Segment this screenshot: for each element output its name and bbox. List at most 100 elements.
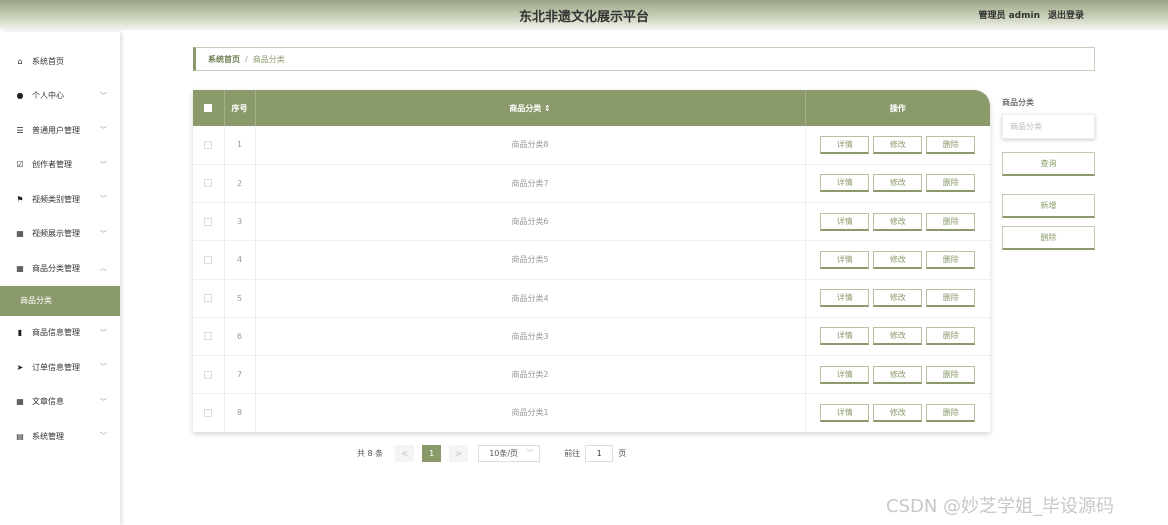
delete-button[interactable]: 删除: [926, 289, 976, 308]
sidebar-item-1[interactable]: ● 个人中心 ﹀: [0, 79, 120, 114]
home-icon: ⌂: [17, 56, 23, 66]
chevron-down-icon: ﹀: [526, 449, 534, 457]
edit-button[interactable]: 修改: [873, 289, 923, 308]
sidebar-item-0[interactable]: ⌂ 系统首页: [0, 44, 120, 79]
edit-button[interactable]: 修改: [873, 403, 923, 422]
row-index: 2: [224, 164, 256, 204]
row-actions: 详情 修改 删除: [805, 126, 990, 165]
sidebar-item-10[interactable]: ▦ 文章信息 ﹀: [0, 385, 120, 420]
row-actions: 详情 修改 删除: [805, 393, 990, 432]
sort-icon[interactable]: ⇕: [544, 104, 551, 113]
column-header-name[interactable]: 商品分类 ⇕: [255, 90, 806, 126]
batch-delete-button[interactable]: 删除: [1002, 226, 1095, 250]
next-page-button[interactable]: >: [449, 444, 469, 462]
breadcrumb-home[interactable]: 系统首页: [208, 54, 240, 65]
row-category-name: 商品分类6: [255, 202, 806, 242]
detail-button[interactable]: 详情: [820, 365, 870, 384]
sidebar-item-label: 商品信息管理: [32, 328, 80, 338]
row-checkbox[interactable]: [204, 217, 213, 226]
data-table-card: 序号 商品分类 ⇕ 操作 1 商品分类8 详情 修改 删除 2 商品分类7 详情 修改 删除 3 商品…: [193, 90, 990, 432]
page-size-select[interactable]: 10条/页 ﹀: [478, 444, 541, 462]
delete-button[interactable]: 删除: [926, 174, 976, 193]
select-all-checkbox[interactable]: [204, 104, 213, 112]
grid-icon: ▦: [16, 229, 24, 239]
edit-button[interactable]: 修改: [873, 327, 923, 346]
row-checkbox[interactable]: [204, 179, 213, 188]
delete-button[interactable]: 删除: [926, 135, 976, 154]
sliders-icon: ☰: [16, 125, 24, 135]
delete-button[interactable]: 删除: [926, 212, 976, 231]
delete-button[interactable]: 删除: [926, 365, 976, 384]
pagination: 共 8 条 < 1 > 10条/页 ﹀ 前往 1 页: [357, 444, 626, 462]
row-actions: 详情 修改 删除: [805, 202, 990, 242]
page-size-value: 10条/页: [489, 448, 519, 458]
row-select-cell: [193, 355, 225, 395]
sidebar-item-2[interactable]: ☰ 普通用户管理 ﹀: [0, 113, 120, 148]
goto-suffix: 页: [618, 448, 627, 458]
current-user-label: 管理员 admin: [978, 11, 1040, 21]
detail-button[interactable]: 详情: [820, 327, 870, 346]
sidebar-item-label: 商品分类管理: [32, 263, 80, 273]
detail-button[interactable]: 详情: [820, 250, 870, 269]
delete-button[interactable]: 删除: [926, 327, 976, 346]
sidebar-item-11[interactable]: ▤ 系统管理 ﹀: [0, 419, 120, 454]
row-index: 8: [224, 393, 256, 432]
row-checkbox[interactable]: [204, 408, 213, 417]
row-category-name: 商品分类7: [255, 164, 806, 204]
edit-button[interactable]: 修改: [873, 174, 923, 193]
chevron-down-icon: ﹀: [100, 397, 107, 406]
row-index: 4: [224, 240, 256, 280]
top-header: 东北非遗文化展示平台 管理员 admin 退出登录: [0, 0, 1168, 30]
chevron-down-icon: ﹀: [100, 126, 107, 134]
add-button[interactable]: 新增: [1002, 194, 1095, 218]
sidebar-item-5[interactable]: ▦ 视频展示管理 ﹀: [0, 217, 120, 252]
edit-button[interactable]: 修改: [873, 250, 923, 269]
chevron-down-icon: ﹀: [100, 432, 107, 440]
row-category-name: 商品分类4: [255, 279, 806, 318]
row-checkbox[interactable]: [204, 332, 213, 341]
row-checkbox[interactable]: [204, 140, 213, 149]
prev-page-button[interactable]: <: [395, 444, 415, 462]
row-index: 1: [224, 126, 256, 165]
row-actions: 详情 修改 删除: [805, 355, 990, 395]
sidebar-item-8[interactable]: ▮ 商品信息管理 ﹀: [0, 316, 120, 351]
sidebar-item-label: 创作者管理: [32, 160, 72, 170]
chevron-down-icon: ﹀: [100, 229, 107, 238]
breadcrumb: 系统首页 / 商品分类: [193, 47, 1095, 71]
delete-button[interactable]: 删除: [926, 403, 976, 422]
search-input[interactable]: 商品分类: [1002, 114, 1095, 139]
detail-button[interactable]: 详情: [820, 212, 870, 231]
send-icon: ➤: [16, 362, 24, 372]
detail-button[interactable]: 详情: [820, 289, 870, 308]
page-number-1[interactable]: 1: [422, 444, 442, 462]
query-button[interactable]: 查询: [1002, 152, 1095, 176]
table-row: 5 商品分类4 详情 修改 删除: [193, 279, 990, 318]
sidebar-item-3[interactable]: ☑ 创作者管理 ﹀: [0, 148, 120, 183]
detail-button[interactable]: 详情: [820, 174, 870, 193]
category-table: 序号 商品分类 ⇕ 操作 1 商品分类8 详情 修改 删除 2 商品分类7 详情 修改 删除 3 商品…: [193, 90, 990, 432]
row-checkbox[interactable]: [204, 370, 213, 379]
edit-button[interactable]: 修改: [873, 212, 923, 231]
row-checkbox[interactable]: [204, 255, 213, 264]
row-category-name: 商品分类5: [255, 240, 806, 280]
edit-button[interactable]: 修改: [873, 135, 923, 154]
goto-label: 前往: [564, 448, 581, 458]
sidebar-item-6[interactable]: ▦ 商品分类管理 ︿: [0, 251, 120, 286]
logout-link[interactable]: 退出登录: [1048, 8, 1084, 21]
detail-button[interactable]: 详情: [820, 135, 870, 154]
row-index: 7: [224, 355, 256, 395]
column-header-name-label: 商品分类: [509, 103, 542, 113]
delete-button[interactable]: 删除: [926, 250, 976, 269]
sidebar-item-4[interactable]: ⚑ 视频类别管理 ﹀: [0, 182, 120, 217]
edit-button[interactable]: 修改: [873, 365, 923, 384]
detail-button[interactable]: 详情: [820, 403, 870, 422]
sidebar-item-label: 视频展示管理: [32, 229, 80, 239]
goto-page-input[interactable]: 1: [585, 444, 614, 462]
table-row: 8 商品分类1 详情 修改 删除: [193, 393, 990, 432]
sidebar-item-9[interactable]: ➤ 订单信息管理 ﹀: [0, 350, 120, 385]
sidebar-subitem-7[interactable]: 商品分类: [0, 285, 120, 316]
row-checkbox[interactable]: [204, 294, 213, 303]
row-actions: 详情 修改 删除: [805, 240, 990, 280]
pagination-total: 共 8 条: [357, 448, 384, 458]
sidebar-item-label: 普通用户管理: [32, 125, 80, 135]
